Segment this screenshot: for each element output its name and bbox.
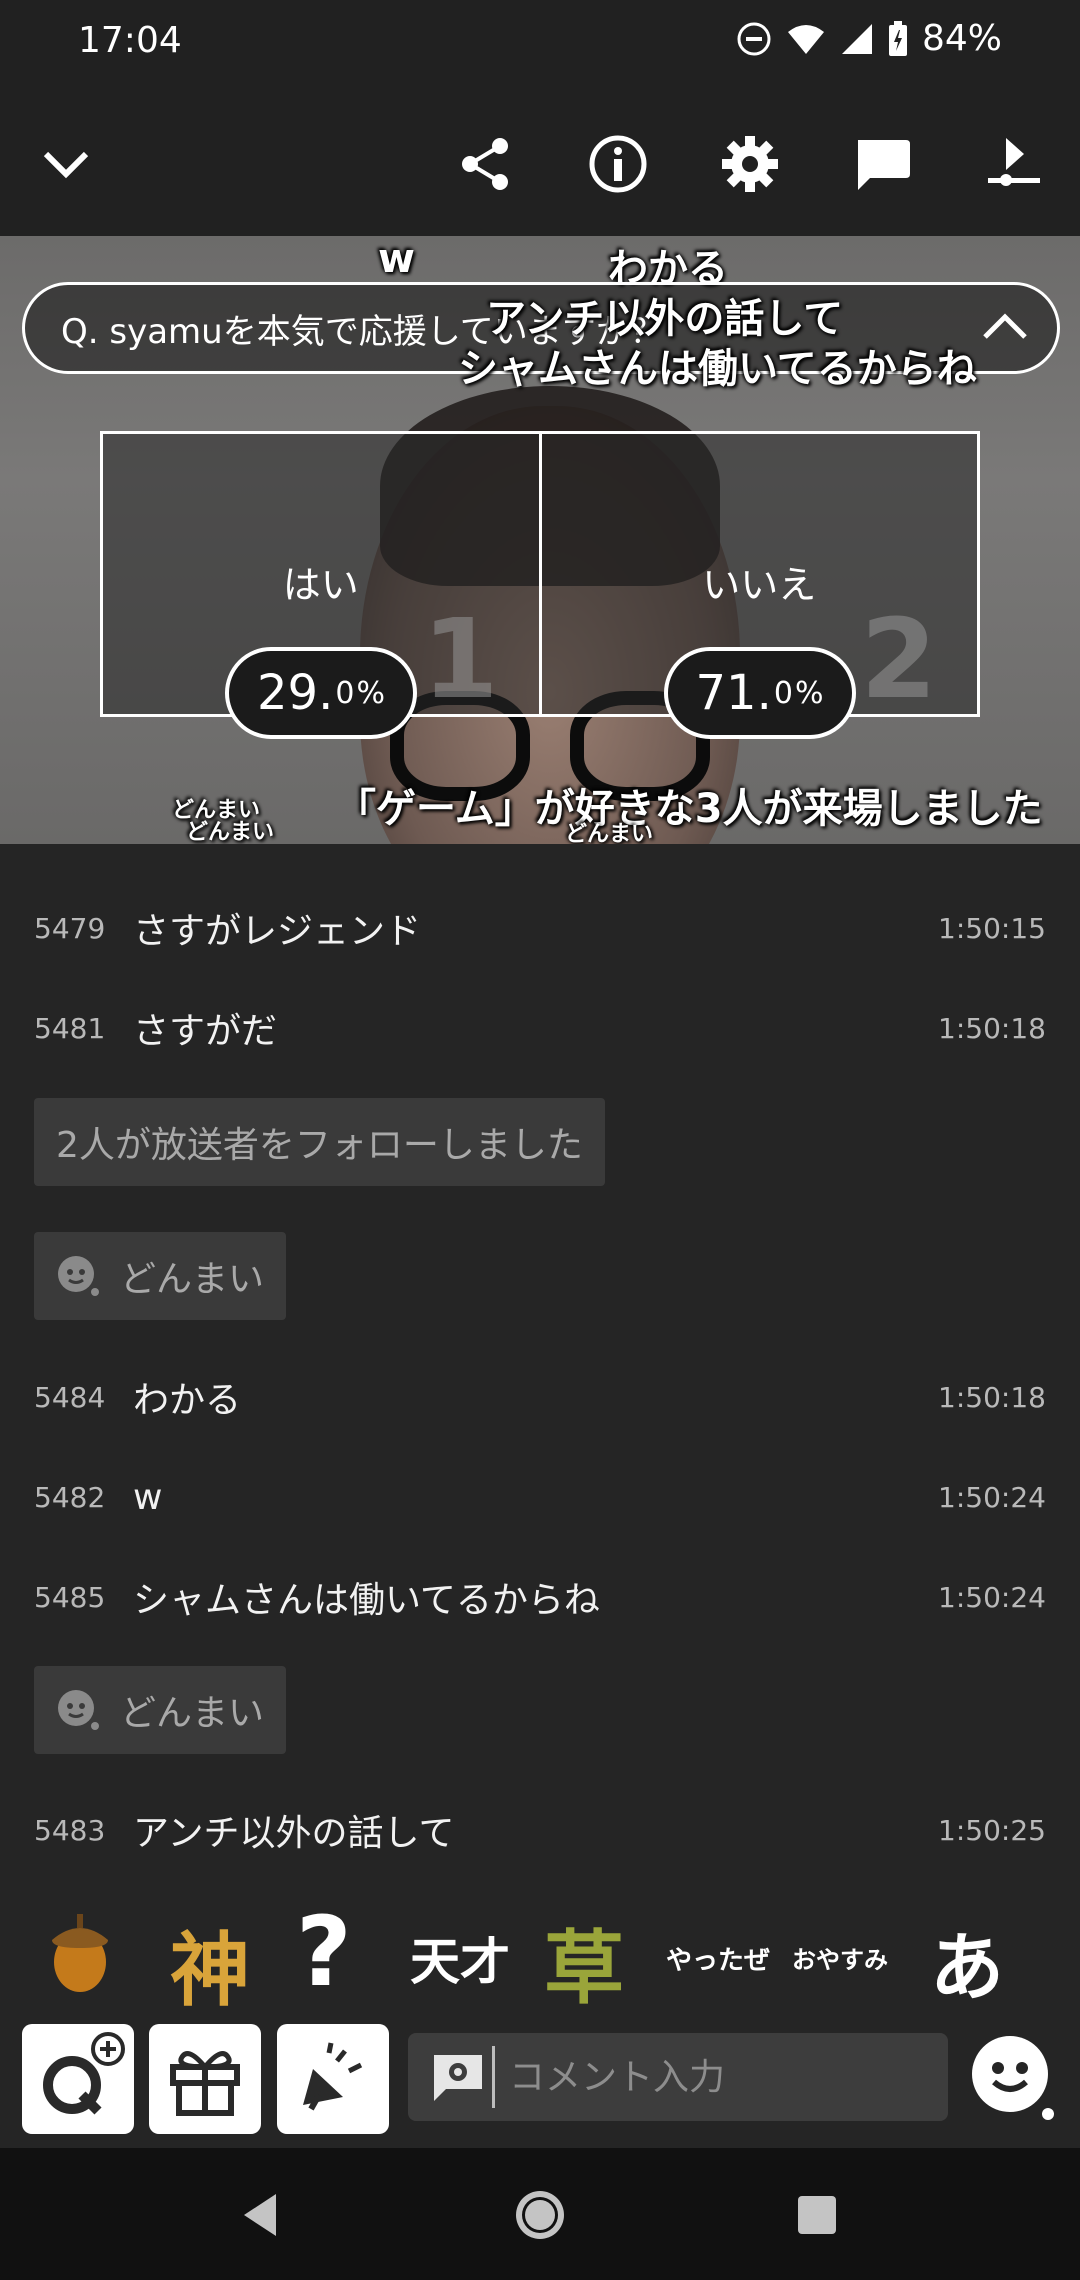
poll-panel: はい 1 29. 0% いいえ 2 71. 0% — [100, 431, 980, 739]
status-icons: 84% — [736, 18, 1002, 59]
settings-button[interactable] — [710, 124, 790, 204]
player-toolbar — [0, 84, 1080, 236]
system-message: 2人が放送者をフォローしました — [34, 1098, 605, 1186]
comment-row[interactable]: 5483 アンチ以外の話して 1:50:25 — [0, 1800, 1080, 1860]
comment-time: 1:50:24 — [938, 1580, 1046, 1614]
wifi-icon — [787, 24, 824, 54]
comment-row[interactable]: 5481 さすがだ 1:50:18 — [0, 998, 1080, 1058]
recents-icon — [798, 2196, 836, 2234]
nav-home-button[interactable] — [505, 2180, 575, 2250]
comment-text: さすがレジェンド — [133, 911, 422, 952]
comment-row[interactable]: 5484 わかる 1:50:18 — [0, 1367, 1080, 1427]
minimize-button[interactable] — [26, 124, 106, 204]
comment-time: 1:50:15 — [938, 911, 1046, 945]
quote-plus-icon — [43, 2032, 125, 2115]
comment-time: 1:50:18 — [938, 1380, 1046, 1414]
nav-recents-button[interactable] — [782, 2180, 852, 2250]
comment-toggle-button[interactable] — [842, 124, 922, 204]
battery-icon — [888, 20, 907, 56]
emote-face-icon — [58, 1690, 99, 1730]
emote-message: どんまい — [34, 1232, 287, 1320]
announce-button[interactable] — [277, 2024, 389, 2134]
emote-face-icon — [58, 1256, 99, 1296]
quote-button[interactable] — [22, 2024, 134, 2134]
comment-number: 5484 — [34, 1380, 106, 1414]
sticker-yattaze[interactable]: やったぜ — [666, 1940, 770, 1977]
status-time: 17:04 — [78, 20, 182, 61]
comment-input-box[interactable] — [408, 2033, 948, 2121]
comment-input-row — [0, 2024, 1080, 2148]
comment-text: w — [133, 1476, 163, 1518]
info-button[interactable] — [578, 124, 658, 204]
comment-time: 1:50:18 — [938, 1011, 1046, 1045]
comment-number: 5482 — [34, 1480, 106, 1514]
emote-message-text: どんまい — [120, 1693, 265, 1734]
poll-percent: 71. 0% — [663, 647, 856, 739]
download-icon — [988, 138, 1040, 186]
comment-number: 5481 — [34, 1011, 106, 1045]
emote-message-text: どんまい — [120, 1259, 265, 1300]
dnd-icon — [737, 22, 771, 55]
poll-option-number: 1 — [421, 595, 499, 723]
comment-time: 1:50:25 — [938, 1813, 1046, 1847]
sticker-question[interactable]: ? — [296, 1896, 352, 2008]
video-player[interactable]: w わかる Q. syamuを本気で応援していますか？ アンチ以外の話して シャ… — [0, 236, 1080, 844]
megaphone-icon — [303, 2042, 363, 2111]
comment-input[interactable] — [509, 2056, 909, 2098]
chevron-up-icon[interactable] — [977, 299, 1033, 355]
comment-text: シャムさんは働いてるからね — [133, 1580, 600, 1621]
sticker-tensai[interactable]: 天才 — [410, 1922, 510, 1994]
comment-icon — [858, 140, 910, 190]
sticker-bar[interactable]: 神 ? 天才 草 やったぜ おやすみ あ — [0, 1874, 1080, 2024]
comment-text: わかる — [133, 1380, 242, 1421]
nav-back-button[interactable] — [226, 2180, 296, 2250]
settings-icon — [722, 136, 778, 192]
danmaku-comment: シャムさんは働いてるからね — [458, 346, 977, 392]
comment-number: 5485 — [34, 1580, 106, 1614]
system-nav-bar — [0, 2148, 1080, 2280]
signal-icon — [841, 23, 872, 54]
comment-list[interactable]: 5479 さすがレジェンド 1:50:15 5481 さすがだ 1:50:18 … — [0, 844, 1080, 1874]
poll-option-no[interactable]: いいえ 2 71. 0% — [538, 434, 977, 739]
status-bar: 17:04 84% — [0, 0, 1080, 84]
home-icon — [516, 2191, 564, 2239]
comment-time: 1:50:24 — [938, 1480, 1046, 1514]
share-icon — [462, 138, 508, 190]
danmaku-comment: 「ゲーム」が好きな3人が来場しました — [336, 786, 1043, 832]
gift-icon — [170, 2051, 240, 2116]
comment-row[interactable]: 5479 さすがレジェンド 1:50:15 — [0, 898, 1080, 958]
chevron-down-icon — [43, 151, 89, 179]
emoji-button[interactable] — [968, 2032, 1058, 2122]
emote-message: どんまい — [34, 1666, 287, 1754]
comment-text: アンチ以外の話して — [133, 1813, 455, 1854]
poll-option-number: 2 — [860, 595, 937, 723]
poll-percent: 29. 0% — [225, 647, 417, 739]
danmaku-comment: w — [378, 236, 415, 282]
acorn-sticker-icon[interactable] — [48, 1910, 112, 1994]
poll-option-yes[interactable]: はい 1 29. 0% — [103, 434, 539, 739]
sticker-oyasumi[interactable]: おやすみ — [792, 1940, 888, 1975]
danmaku-comment: どんまい — [186, 820, 275, 844]
comment-number: 5483 — [34, 1813, 106, 1847]
info-icon — [589, 135, 647, 193]
sticker-kami[interactable]: 神 — [170, 1906, 250, 2022]
gift-button[interactable] — [149, 2024, 261, 2134]
sticker-kusa[interactable]: 草 — [544, 1904, 624, 2020]
comment-row[interactable]: 5485 シャムさんは働いてるからね 1:50:24 — [0, 1567, 1080, 1627]
smile-face-icon — [972, 2036, 1054, 2120]
system-message-text: 2人が放送者をフォローしました — [56, 1125, 583, 1166]
playback-button[interactable] — [974, 124, 1054, 204]
comment-input-divider — [492, 2046, 495, 2108]
danmaku-comment: どんまい — [565, 822, 654, 844]
comment-text: さすがだ — [133, 1011, 278, 1052]
comment-row[interactable]: 5482 w 1:50:24 — [0, 1467, 1080, 1527]
battery-percent: 84% — [921, 18, 1002, 59]
comment-settings-icon[interactable] — [430, 2049, 486, 2105]
back-icon — [244, 2194, 276, 2236]
sticker-a[interactable]: あ — [930, 1908, 1004, 2015]
comment-number: 5479 — [34, 911, 106, 945]
share-button[interactable] — [446, 124, 526, 204]
